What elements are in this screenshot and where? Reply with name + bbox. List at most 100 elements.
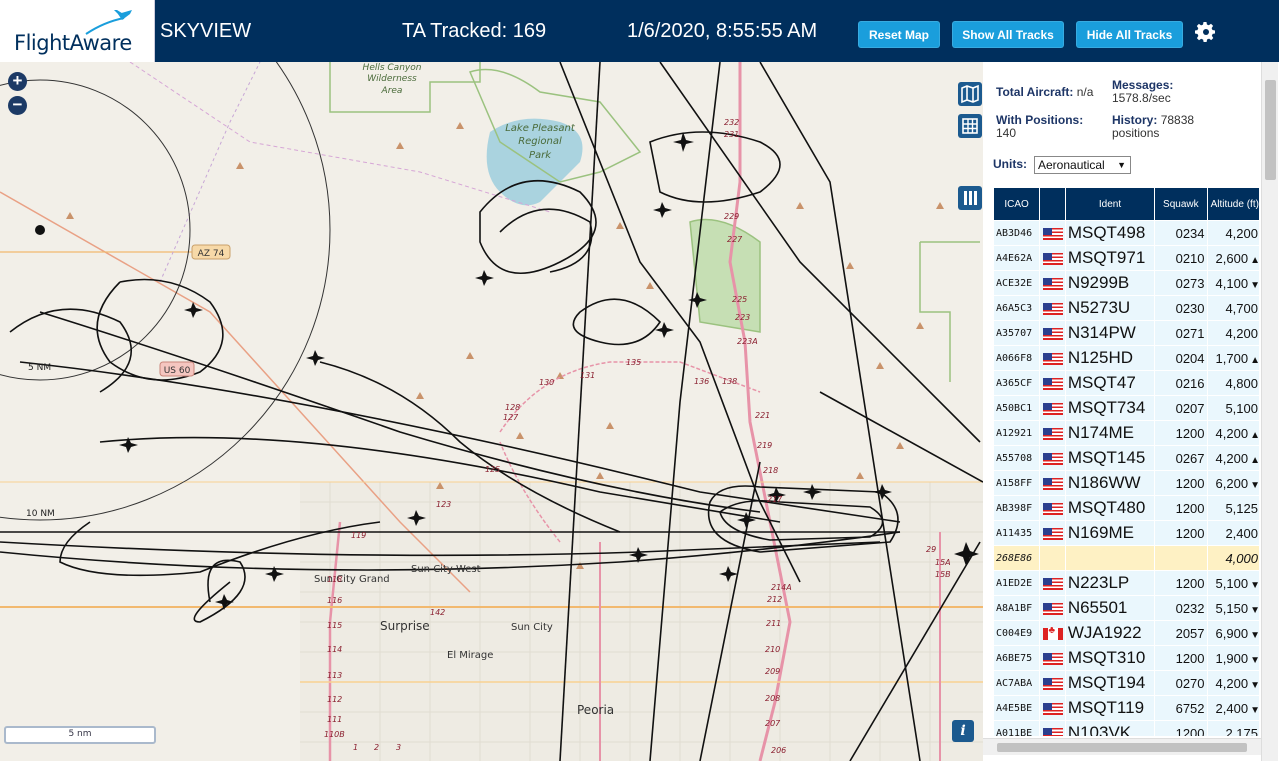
altitude-trend-icon: ▼ <box>1250 654 1259 666</box>
toggle-sidebar-button[interactable] <box>958 186 982 210</box>
road-label: 125 <box>485 465 500 474</box>
road-label: 223A <box>737 337 758 346</box>
flightaware-logo[interactable]: FlightAware <box>0 0 155 62</box>
flag-cell <box>1040 346 1065 370</box>
table-row[interactable]: 268E86 4,000 <box>994 546 1259 570</box>
table-row[interactable]: ACE32E N9299B 0273 4,100 ▼ <box>994 271 1259 295</box>
us-flag-icon <box>1042 328 1063 341</box>
map-layers-button[interactable] <box>958 82 982 106</box>
show-all-tracks-button[interactable]: Show All Tracks <box>952 21 1064 48</box>
us-flag-icon <box>1042 528 1063 541</box>
flag-cell <box>1040 221 1065 245</box>
road-label: 225 <box>732 295 747 304</box>
road-label: 211 <box>766 619 781 628</box>
table-row[interactable]: A11435 N169ME 1200 2,400 <box>994 521 1259 545</box>
road-label: 214A <box>771 583 792 592</box>
grid-toggle-button[interactable] <box>958 114 982 138</box>
squawk-cell: 1200 <box>1155 571 1207 595</box>
table-row[interactable]: A50BC1 MSQT734 0207 5,100 <box>994 396 1259 420</box>
road-label: 131 <box>580 371 595 380</box>
road-label: 210 <box>765 645 780 654</box>
column-header-ident[interactable]: Ident <box>1065 188 1155 220</box>
us-flag-icon <box>1042 578 1063 591</box>
altitude-cell: 5,100 ▼ <box>1207 571 1259 595</box>
table-row[interactable]: AB398F MSQT480 1200 5,125 <box>994 496 1259 520</box>
flag-cell <box>1040 321 1065 345</box>
squawk-cell: 0210 <box>1155 246 1207 270</box>
us-flag-icon <box>1042 453 1063 466</box>
map-layer: Hells Canyon Wilderness Area Lake Pleasa… <box>0 62 983 761</box>
ident-cell: N125HD <box>1065 346 1155 370</box>
table-row[interactable]: A011BE N103VK 1200 2,175 <box>994 721 1259 736</box>
icao-cell: A4E62A <box>994 246 1040 270</box>
table-row[interactable]: A8A1BF N65501 0232 5,150 ▼ <box>994 596 1259 620</box>
gear-icon[interactable] <box>1194 20 1218 44</box>
zoom-in-button[interactable]: + <box>8 72 27 91</box>
table-row[interactable]: AC7ABA MSQT194 0270 4,200 ▼ <box>994 671 1259 695</box>
scrollbar-thumb[interactable] <box>997 743 1247 752</box>
road-label: 115 <box>327 621 342 630</box>
column-header-altitude[interactable]: Altitude (ft) <box>1207 188 1259 220</box>
altitude-trend-icon: ▼ <box>1250 479 1259 491</box>
table-row[interactable]: A365CF MSQT47 0216 4,800 <box>994 371 1259 395</box>
squawk-cell: 0234 <box>1155 221 1207 245</box>
flag-cell <box>1040 546 1065 570</box>
table-row[interactable]: A6A5C3 N5273U 0230 4,700 <box>994 296 1259 320</box>
history-value: 78838 <box>1160 113 1195 127</box>
units-select[interactable]: Aeronautical ▼ <box>1034 156 1131 174</box>
ident-cell: N9299B <box>1065 271 1155 295</box>
column-header-icao[interactable]: ICAO <box>994 188 1040 220</box>
hide-all-tracks-button[interactable]: Hide All Tracks <box>1076 21 1183 48</box>
horizontal-scrollbar[interactable] <box>983 738 1261 755</box>
road-label: 227 <box>727 235 743 244</box>
icao-cell: A1ED2E <box>994 571 1040 595</box>
road-label: 130 <box>539 378 554 387</box>
label-ring-5nm: 5 NM <box>28 363 51 373</box>
total-aircraft-stat: Total Aircraft: n/a <box>996 86 1116 99</box>
us-flag-icon <box>1042 653 1063 666</box>
squawk-cell: 1200 <box>1155 521 1207 545</box>
icao-cell: A50BC1 <box>994 396 1040 420</box>
table-row[interactable]: A35707 N314PW 0271 4,200 <box>994 321 1259 345</box>
reset-map-button[interactable]: Reset Map <box>858 21 940 48</box>
road-label: 3 <box>396 743 401 752</box>
altitude-value: 2,400 <box>1215 700 1249 716</box>
table-row[interactable]: A4E5BE MSQT119 6752 2,400 ▼ <box>994 696 1259 720</box>
squawk-cell: 1200 <box>1155 646 1207 670</box>
icao-cell: AC7ABA <box>994 671 1040 695</box>
label-hells-canyon-2: Wilderness <box>367 74 417 84</box>
ident-cell: N186WW <box>1065 471 1155 495</box>
column-header-flag[interactable] <box>1040 188 1065 220</box>
squawk-cell: 0216 <box>1155 371 1207 395</box>
zoom-out-button[interactable]: − <box>8 96 27 115</box>
flag-cell <box>1040 396 1065 420</box>
altitude-trend-icon: ▼ <box>1250 679 1259 691</box>
column-header-squawk[interactable]: Squawk <box>1155 188 1207 220</box>
squawk-cell: 2057 <box>1155 621 1207 645</box>
vertical-scrollbar[interactable] <box>1261 62 1278 761</box>
history-stat: History: 78838 positions <box>1112 114 1222 140</box>
us-flag-icon <box>1042 253 1063 266</box>
table-row[interactable]: A6BE75 MSQT310 1200 1,900 ▼ <box>994 646 1259 670</box>
ident-cell: N5273U <box>1065 296 1155 320</box>
altitude-cell: 6,200 ▼ <box>1207 471 1259 495</box>
info-button[interactable]: i <box>952 720 974 742</box>
table-row[interactable]: A4E62A MSQT971 0210 2,600 ▲ <box>994 246 1259 270</box>
squawk-cell: 1200 <box>1155 496 1207 520</box>
table-row[interactable]: A066F8 N125HD 0204 1,700 ▲ <box>994 346 1259 370</box>
top-header: FlightAware SKYVIEW TA Tracked: 169 1/6/… <box>0 0 1279 62</box>
scrollbar-thumb[interactable] <box>1265 80 1276 180</box>
table-row[interactable]: C004E9WJA192220576,900▼ <box>994 621 1259 645</box>
map-canvas[interactable]: Hells Canyon Wilderness Area Lake Pleasa… <box>0 62 983 761</box>
table-row[interactable]: A55708 MSQT145 0267 4,200 ▲ <box>994 446 1259 470</box>
table-row[interactable]: A1ED2E N223LP 1200 5,100 ▼ <box>994 571 1259 595</box>
road-label: 218 <box>763 466 778 475</box>
table-row[interactable]: A12921 N174ME 1200 4,200 ▲ <box>994 421 1259 445</box>
us-flag-icon <box>1042 378 1063 391</box>
us-flag-icon <box>1042 478 1063 491</box>
table-row[interactable]: A158FF N186WW 1200 6,200 ▼ <box>994 471 1259 495</box>
altitude-cell: 4,000 <box>1207 546 1259 570</box>
ident-cell: N174ME <box>1065 421 1155 445</box>
table-row[interactable]: AB3D46 MSQT498 0234 4,200 <box>994 221 1259 245</box>
ident-cell: MSQT498 <box>1065 221 1155 245</box>
